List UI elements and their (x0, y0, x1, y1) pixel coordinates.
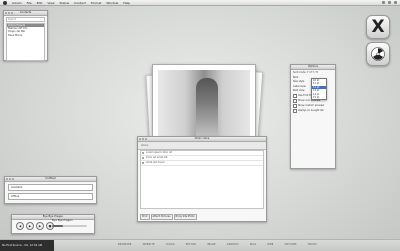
contacts-search-input[interactable]: Search (6, 17, 45, 22)
contacts-titlebar[interactable]: Contacts (4, 11, 47, 16)
menu-edit[interactable]: Edit (37, 1, 43, 5)
menu-contact[interactable]: Contact (74, 1, 86, 5)
chat-transcript[interactable]: Lorem ipsum dolor sit Dolor sit amet eli… (140, 150, 264, 209)
font-size-dropdown[interactable]: 10 pt 11 pt 12 pt 13 pt 14 pt 15 pt (311, 78, 327, 101)
progress-bar[interactable] (52, 225, 87, 227)
checkbox-icon[interactable] (293, 98, 297, 103)
dock-status-label: No First Source - Vol. 12:34 AM (0, 240, 54, 251)
status-titlebar[interactable]: Untitled (5, 177, 96, 182)
dock-items: BROWSER WEBSITE CLOCK EDITOR IMAGE GRAPH… (118, 243, 317, 246)
menu-format[interactable]: Format (91, 1, 102, 5)
dock-item[interactable]: GRAPHIC (227, 243, 239, 246)
photo-button[interactable]: Bring Site Photo (173, 214, 197, 220)
option-checkbox[interactable]: Always on bought list (293, 108, 333, 113)
checkbox-label: Always on bought list (298, 108, 324, 112)
radiation-app-icon[interactable] (366, 42, 390, 66)
options-title: Options (307, 65, 318, 68)
checkbox-icon[interactable] (293, 108, 297, 113)
dock-item[interactable]: BROWSER (118, 243, 132, 246)
sort-mode-label: Sort mode: 7 of 7 / 8 (293, 71, 318, 74)
menu-view[interactable]: View (47, 1, 54, 5)
track-name: Bye Bye Pragen (52, 219, 73, 222)
menu-extras (382, 1, 397, 4)
menu-app[interactable]: Adium (12, 1, 22, 5)
play-icon[interactable]: ▶ (26, 222, 34, 230)
checkbox-icon[interactable] (293, 103, 297, 108)
chat-titlebar[interactable]: Chat / Alice (138, 137, 266, 142)
dropdown-option[interactable]: 15 pt (312, 96, 326, 99)
menu-help[interactable]: Help (123, 1, 130, 5)
chat-window: Chat / Alice Alice Lorem ipsum dolor sit… (137, 136, 267, 222)
status-field[interactable]: Available (8, 184, 93, 191)
x11-app-icon[interactable]: X (366, 15, 390, 39)
chat-title: Chat / Alice (194, 137, 210, 140)
previous-icon[interactable]: ◀ (16, 222, 24, 230)
options-panel: Options Sort mode: 7 of 7 / 8 Bold Size … (290, 64, 336, 169)
status-title: Untitled (45, 177, 56, 180)
status-field[interactable]: Offline (8, 193, 93, 200)
menu-status[interactable]: Status (60, 1, 70, 5)
contacts-title: Contacts (19, 11, 32, 14)
dock: No First Source - Vol. 12:34 AM BROWSER … (0, 239, 400, 251)
music-player: Bye Bye Pragen ◀ ▶ ▶ ■ Bye Bye Pragen (11, 214, 95, 234)
chat-toolbar: Print Attach Pictures Bring Site Photo (140, 214, 197, 220)
dock-item[interactable]: TRASH (308, 243, 317, 246)
radiation-icon (371, 47, 385, 61)
apple-menu-icon[interactable] (3, 0, 7, 5)
status-window: Untitled Available Offline (4, 176, 97, 204)
option-checkbox[interactable]: Show custom preview (293, 103, 333, 108)
next-icon[interactable]: ▶ (36, 222, 44, 230)
dock-item[interactable]: MAIL (250, 243, 257, 246)
checkbox-label: Show custom preview (298, 103, 325, 107)
dock-item[interactable]: EDITOR (186, 243, 196, 246)
player-controls: ◀ ▶ ▶ ■ (16, 222, 54, 230)
menu-bar: Adium File Edit View Status Contact Form… (0, 0, 400, 6)
menu-window[interactable]: Window (106, 1, 118, 5)
contact-item[interactable]: Dave Moore (7, 34, 44, 37)
print-button[interactable]: Print (140, 214, 150, 220)
contacts-list: Online Friends Mebraun NT Ent Chapo del … (6, 23, 45, 61)
dock-item[interactable]: IMAGE (207, 243, 216, 246)
spotlight-icon[interactable] (394, 1, 397, 4)
contacts-window: Contacts Search Online Friends Mebraun N… (3, 10, 48, 61)
dock-item[interactable]: WEBSITE (143, 243, 155, 246)
attach-button[interactable]: Attach Pictures (150, 214, 173, 220)
chat-header-name: Alice (138, 142, 266, 150)
options-titlebar[interactable]: Options (291, 65, 335, 70)
menu-file[interactable]: File (27, 1, 32, 5)
progress-fill (52, 225, 63, 227)
clock-icon[interactable] (388, 1, 391, 4)
volume-icon[interactable] (382, 1, 385, 4)
dock-item[interactable]: OPTIONS (285, 243, 297, 246)
dock-item[interactable]: WEB (267, 243, 273, 246)
chat-message: Amet elit donec (141, 161, 263, 166)
checkbox-icon[interactable] (293, 93, 297, 98)
dock-item[interactable]: CLOCK (166, 243, 175, 246)
